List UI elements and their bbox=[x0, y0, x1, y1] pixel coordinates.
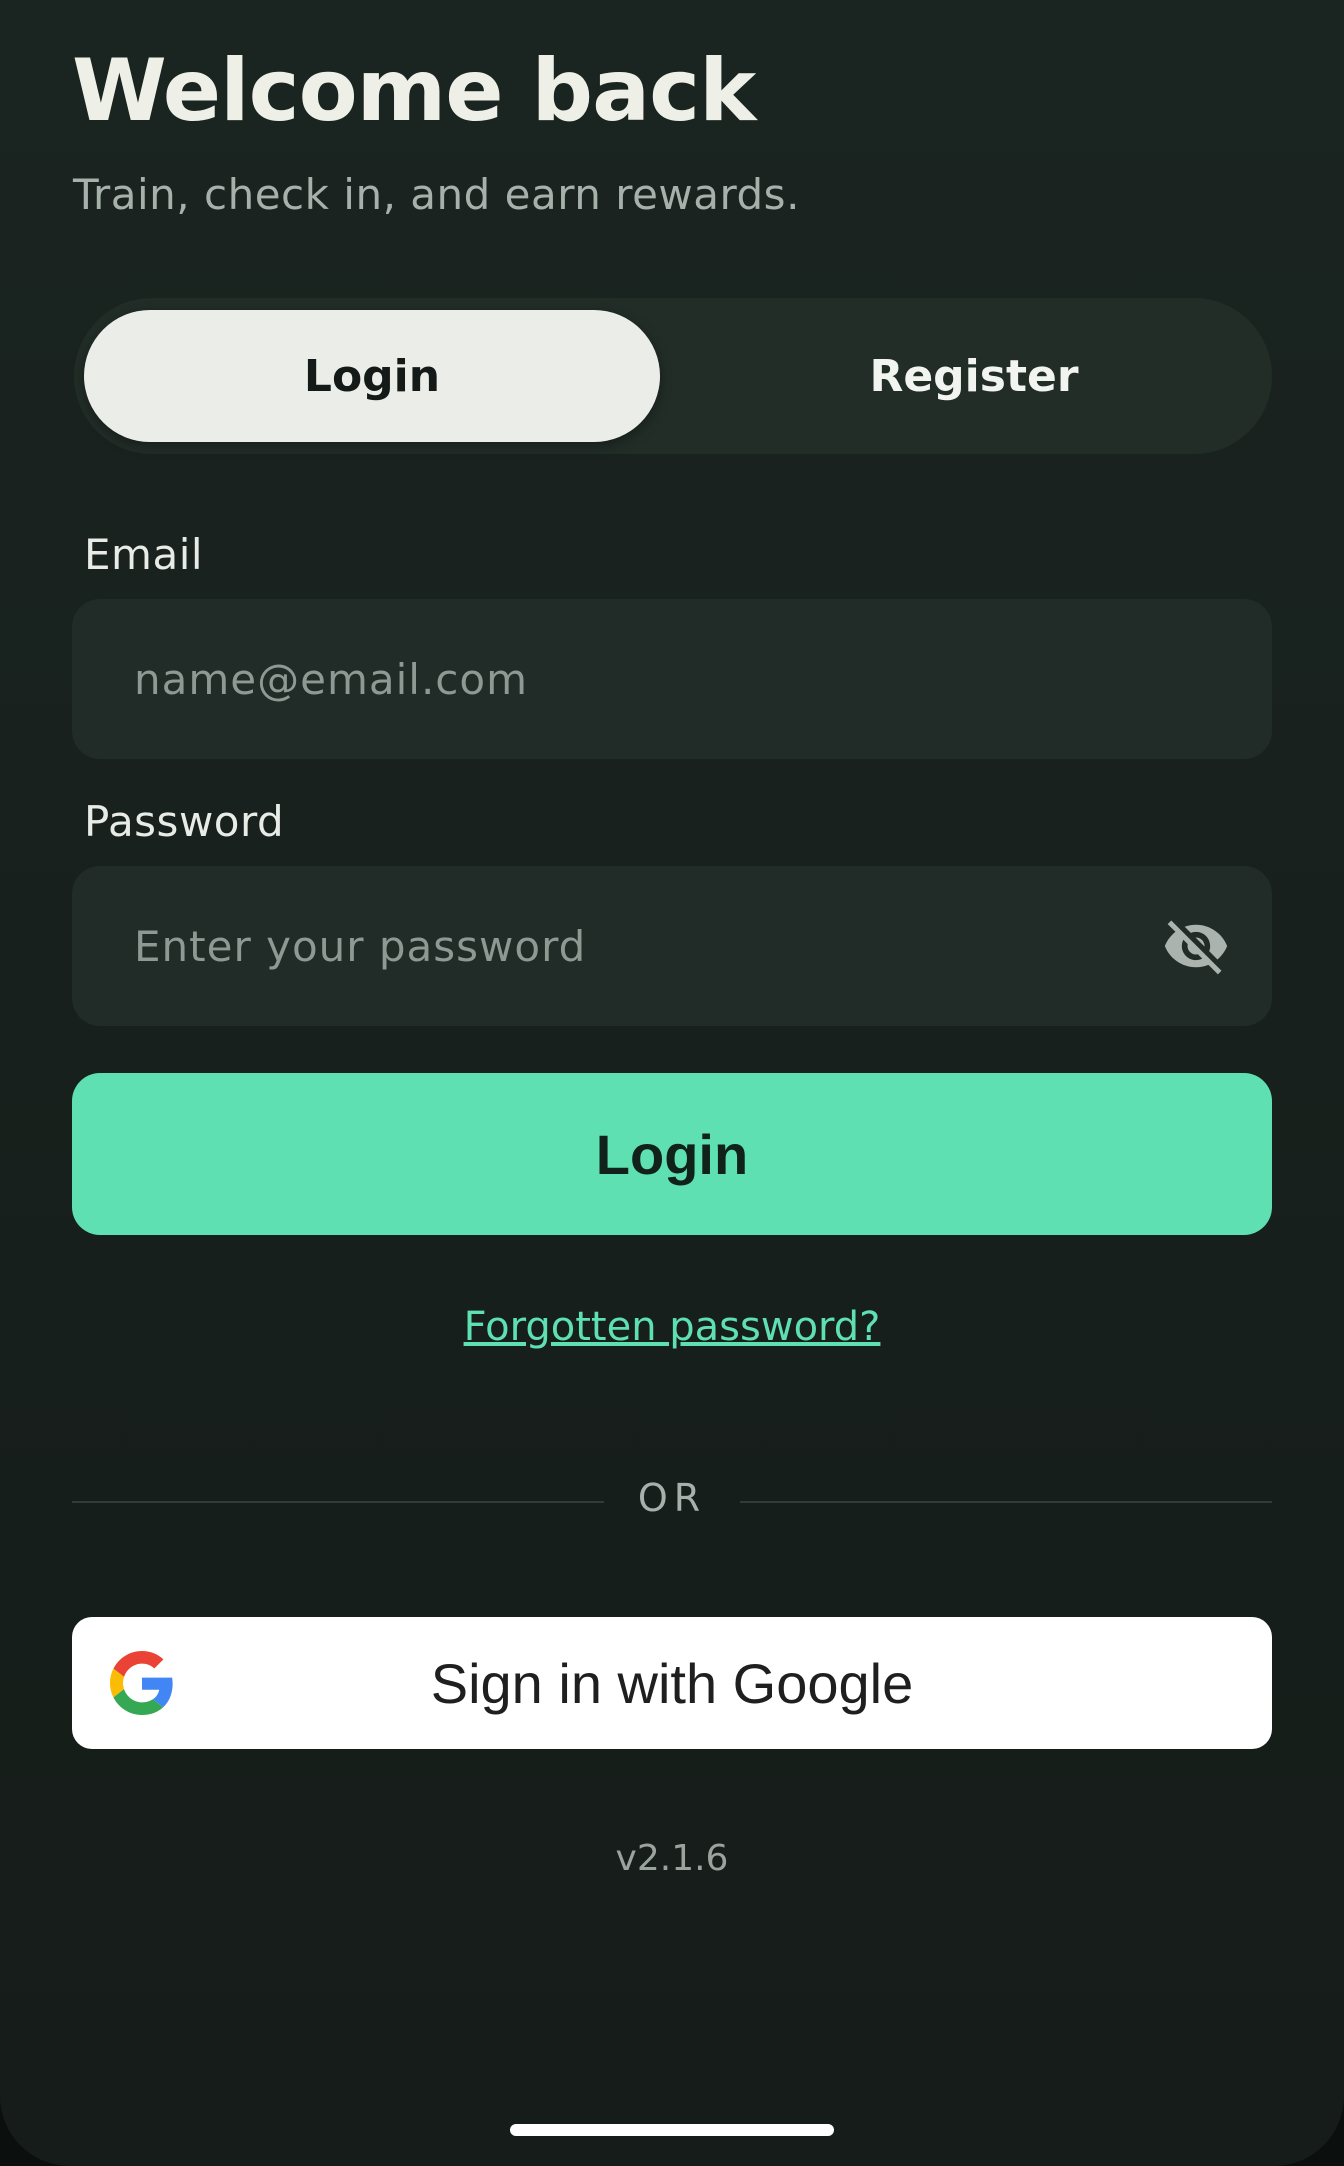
login-screen: Welcome back Train, check in, and earn r… bbox=[0, 0, 1344, 2166]
email-label: Email bbox=[84, 530, 204, 579]
divider-right bbox=[740, 1501, 1272, 1503]
login-button[interactable]: Login bbox=[72, 1073, 1272, 1235]
home-indicator[interactable] bbox=[510, 2124, 834, 2136]
auth-tab-switcher: Login Register bbox=[74, 298, 1272, 454]
forgot-password-link[interactable]: Forgotten password? bbox=[0, 1304, 1344, 1350]
toggle-password-visibility-button[interactable] bbox=[1156, 906, 1236, 986]
email-field-container bbox=[72, 599, 1272, 759]
google-sign-in-button[interactable]: Sign in with Google bbox=[72, 1617, 1272, 1749]
email-input[interactable] bbox=[132, 653, 1212, 705]
page-title: Welcome back bbox=[72, 41, 756, 141]
app-version: v2.1.6 bbox=[615, 1838, 729, 1879]
or-separator: OR bbox=[637, 1476, 707, 1520]
google-sign-in-label: Sign in with Google bbox=[430, 1651, 914, 1715]
eye-off-icon bbox=[1164, 920, 1228, 975]
page-subtitle: Train, check in, and earn rewards. bbox=[73, 170, 800, 219]
password-label: Password bbox=[84, 797, 285, 846]
password-field-container bbox=[72, 866, 1272, 1026]
tab-login[interactable]: Login bbox=[84, 310, 660, 442]
tab-register[interactable]: Register bbox=[686, 310, 1262, 442]
password-input[interactable] bbox=[132, 920, 1156, 972]
google-logo-icon bbox=[110, 1651, 173, 1715]
